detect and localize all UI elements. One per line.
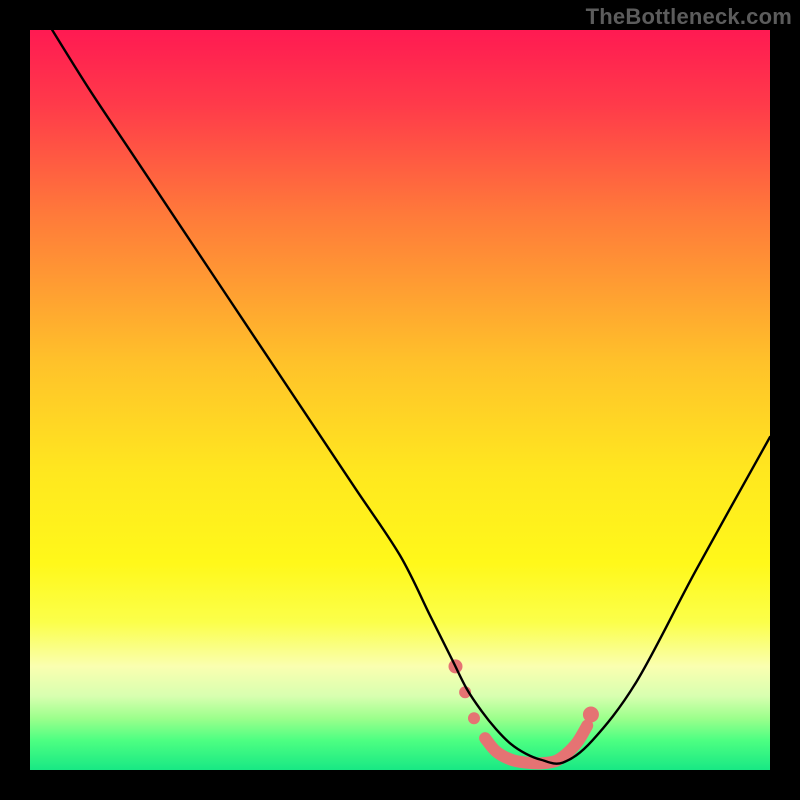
canvas-frame: TheBottleneck.com — [0, 0, 800, 800]
highlight-dot — [468, 712, 480, 724]
plot-area — [30, 30, 770, 770]
chart-svg — [30, 30, 770, 770]
bottleneck-curve — [52, 30, 770, 764]
watermark-text: TheBottleneck.com — [586, 4, 792, 30]
optimal-range-highlight — [449, 659, 599, 763]
highlight-end-dot — [583, 707, 599, 723]
